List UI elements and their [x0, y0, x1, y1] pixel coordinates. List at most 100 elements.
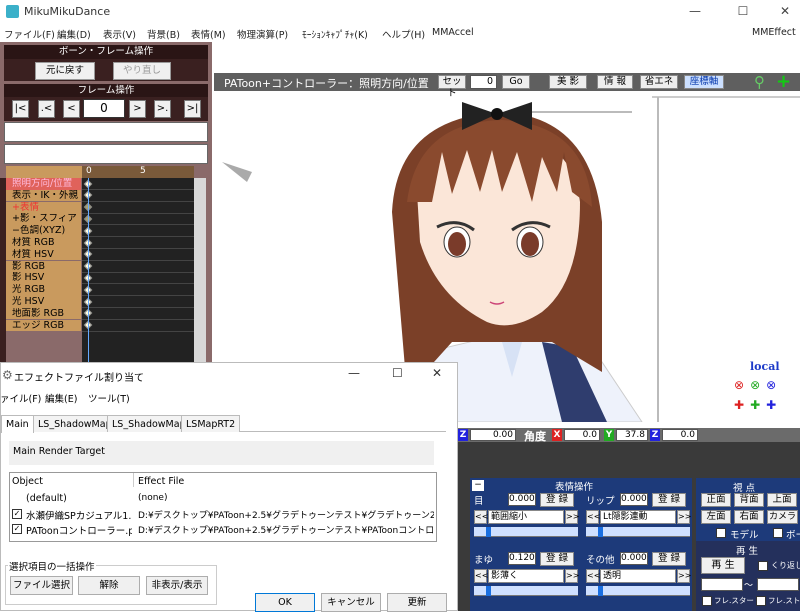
effect-row-object[interactable]: PAToonコントローラー.pmx [26, 523, 132, 537]
redo-button[interactable]: やり直し [113, 62, 171, 80]
timeline-row-label[interactable]: 光 RGB [6, 284, 81, 296]
bone-checkbox[interactable] [773, 528, 783, 538]
first-frame-button[interactable]: |< [12, 100, 29, 118]
view-top-button[interactable]: 上面 [767, 493, 797, 507]
release-button[interactable]: 解除 [78, 576, 140, 595]
expression-prev-button[interactable]: << [586, 569, 600, 583]
hide-show-button[interactable]: 非表示/表示 [146, 576, 208, 595]
timeline-row-label[interactable]: +影・スフィア [6, 213, 81, 225]
angle-z-input[interactable]: 0.0 [662, 429, 698, 441]
update-button[interactable]: 更新 [387, 593, 447, 612]
effect-row-file[interactable]: (none) [138, 493, 434, 503]
frame-stop-checkbox[interactable] [756, 596, 766, 606]
effect-row-checkbox[interactable]: ✓ [12, 509, 22, 519]
expression-register-button[interactable]: 登 録 [652, 493, 686, 507]
expression-prev-button[interactable]: << [474, 510, 488, 524]
dialog-close-button[interactable]: ✕ [432, 366, 442, 380]
local-label[interactable]: local [750, 360, 780, 373]
expression-register-button[interactable]: 登 録 [540, 493, 574, 507]
view-front-button[interactable]: 正面 [701, 493, 731, 507]
menu-file[interactable]: ファイル(F) [4, 27, 55, 41]
timeline-cursor[interactable] [88, 178, 89, 364]
timeline-row-label[interactable]: 影 HSV [6, 272, 81, 284]
expression-register-button[interactable]: 登 録 [540, 552, 574, 566]
play-button[interactable]: 再 生 [701, 557, 745, 574]
dialog-menu-tools[interactable]: ツール(T) [88, 391, 130, 405]
minimize-button[interactable]: — [680, 4, 710, 18]
angle-x-input[interactable]: 0.0 [564, 429, 600, 441]
expression-select[interactable]: Lt隠影連動 [600, 510, 676, 524]
effect-row-checkbox[interactable]: ✓ [12, 524, 22, 534]
tab-ls-shadowmap-1[interactable]: LS_ShadowMap [33, 415, 117, 432]
timeline-row-label[interactable]: 光 HSV [6, 296, 81, 308]
zoom-icon[interactable]: ⚲ [754, 73, 765, 91]
tab-ls-shadowmap-2[interactable]: LS_ShadowMap [107, 415, 191, 432]
last-frame-button[interactable]: >| [184, 100, 201, 118]
timeline-scrollbar[interactable] [194, 178, 206, 364]
loop-checkbox[interactable] [758, 561, 768, 571]
expression-select[interactable]: 透明 [600, 569, 676, 583]
prev-frame-button[interactable]: < [63, 100, 80, 118]
menu-background[interactable]: 背景(B) [147, 27, 180, 41]
frame-input[interactable]: 0 [470, 75, 497, 89]
expression-slider-thumb[interactable] [598, 586, 603, 596]
bone-select-box[interactable] [4, 144, 208, 164]
info-toggle[interactable]: 情 報 [597, 75, 633, 89]
timeline-row-label[interactable]: +表情 [6, 201, 81, 214]
next-key-button[interactable]: >. [154, 100, 171, 118]
ok-button[interactable]: OK [255, 593, 315, 612]
effect-row-object[interactable]: (default) [26, 493, 132, 504]
pos-z-input[interactable]: 0.00 [470, 429, 516, 441]
go-button[interactable]: Go [502, 75, 530, 89]
view-right-button[interactable]: 右面 [734, 510, 764, 524]
menu-edit[interactable]: 編集(D) [57, 27, 91, 41]
menu-expression[interactable]: 表情(M) [191, 27, 226, 41]
timeline-row-label[interactable]: 照明方向/位置 [6, 178, 81, 190]
expression-next-button[interactable]: >> [565, 510, 579, 524]
axis-toggle[interactable]: 座標軸 [684, 75, 724, 89]
effect-row-file[interactable]: D:¥デスクトップ¥PAToon+2.5¥グラデトゥーンテスト¥グラデトゥーン2… [138, 508, 434, 521]
cancel-button[interactable]: キャンセル [321, 593, 381, 612]
maximize-button[interactable]: ☐ [728, 4, 758, 18]
effect-row-object[interactable]: 水瀬伊織SPカジュアル1... [26, 508, 132, 522]
expression-slider-thumb[interactable] [486, 527, 491, 537]
expression-value-input[interactable]: 0.120 [508, 552, 536, 565]
play-start-input[interactable] [701, 578, 743, 591]
timeline-row-label[interactable]: 材質 RGB [6, 237, 81, 249]
menu-physics[interactable]: 物理演算(P) [237, 27, 288, 41]
play-stop-input[interactable] [757, 578, 799, 591]
menu-view[interactable]: 表示(V) [103, 27, 136, 41]
timeline-row-label[interactable]: 表示・IK・外親 [6, 189, 81, 202]
expression-select[interactable]: 範囲縮小 [488, 510, 564, 524]
translate-gizmo-icon[interactable]: ✚✚✚ [734, 398, 782, 412]
prev-key-button[interactable]: .< [38, 100, 55, 118]
expression-next-button[interactable]: >> [677, 569, 691, 583]
expression-slider-thumb[interactable] [598, 527, 603, 537]
expression-value-input[interactable]: 0.000 [620, 552, 648, 565]
tab-lsmaprt2[interactable]: LSMapRT2 [181, 415, 241, 432]
expression-slider-thumb[interactable] [486, 586, 491, 596]
timeline-row-label[interactable]: 地面影 RGB [6, 307, 81, 320]
expression-prev-button[interactable]: << [474, 569, 488, 583]
expression-collapse-button[interactable]: − [472, 480, 484, 491]
expression-value-input[interactable]: 0.000 [620, 493, 648, 506]
frame-start-checkbox[interactable] [702, 596, 712, 606]
move-icon[interactable]: + [776, 71, 791, 92]
expression-select[interactable]: 影薄く [488, 569, 564, 583]
menu-mmeffect[interactable]: MMEffect [752, 27, 796, 38]
timeline-row-label[interactable]: 材質 HSV [6, 248, 81, 261]
view-camera-button[interactable]: カメラ [767, 510, 798, 524]
expression-next-button[interactable]: >> [677, 510, 691, 524]
model-checkbox[interactable] [716, 528, 726, 538]
close-button[interactable]: ✕ [770, 4, 800, 18]
menu-motion-capture[interactable]: ﾓｰｼｮﾝｷｬﾌﾟﾁｬ(K) [302, 27, 368, 41]
dialog-maximize-button[interactable]: ☐ [392, 366, 403, 380]
shadow-toggle[interactable]: 美 影 [549, 75, 587, 89]
dialog-menu-file[interactable]: ァイル(F) [0, 391, 41, 405]
next-frame-button[interactable]: > [129, 100, 146, 118]
angle-y-input[interactable]: 37.8 [616, 429, 648, 441]
frame-number-input[interactable]: 0 [83, 99, 125, 118]
dialog-minimize-button[interactable]: — [348, 366, 360, 380]
set-button[interactable]: セット [438, 75, 466, 99]
view-left-button[interactable]: 左面 [701, 510, 731, 524]
